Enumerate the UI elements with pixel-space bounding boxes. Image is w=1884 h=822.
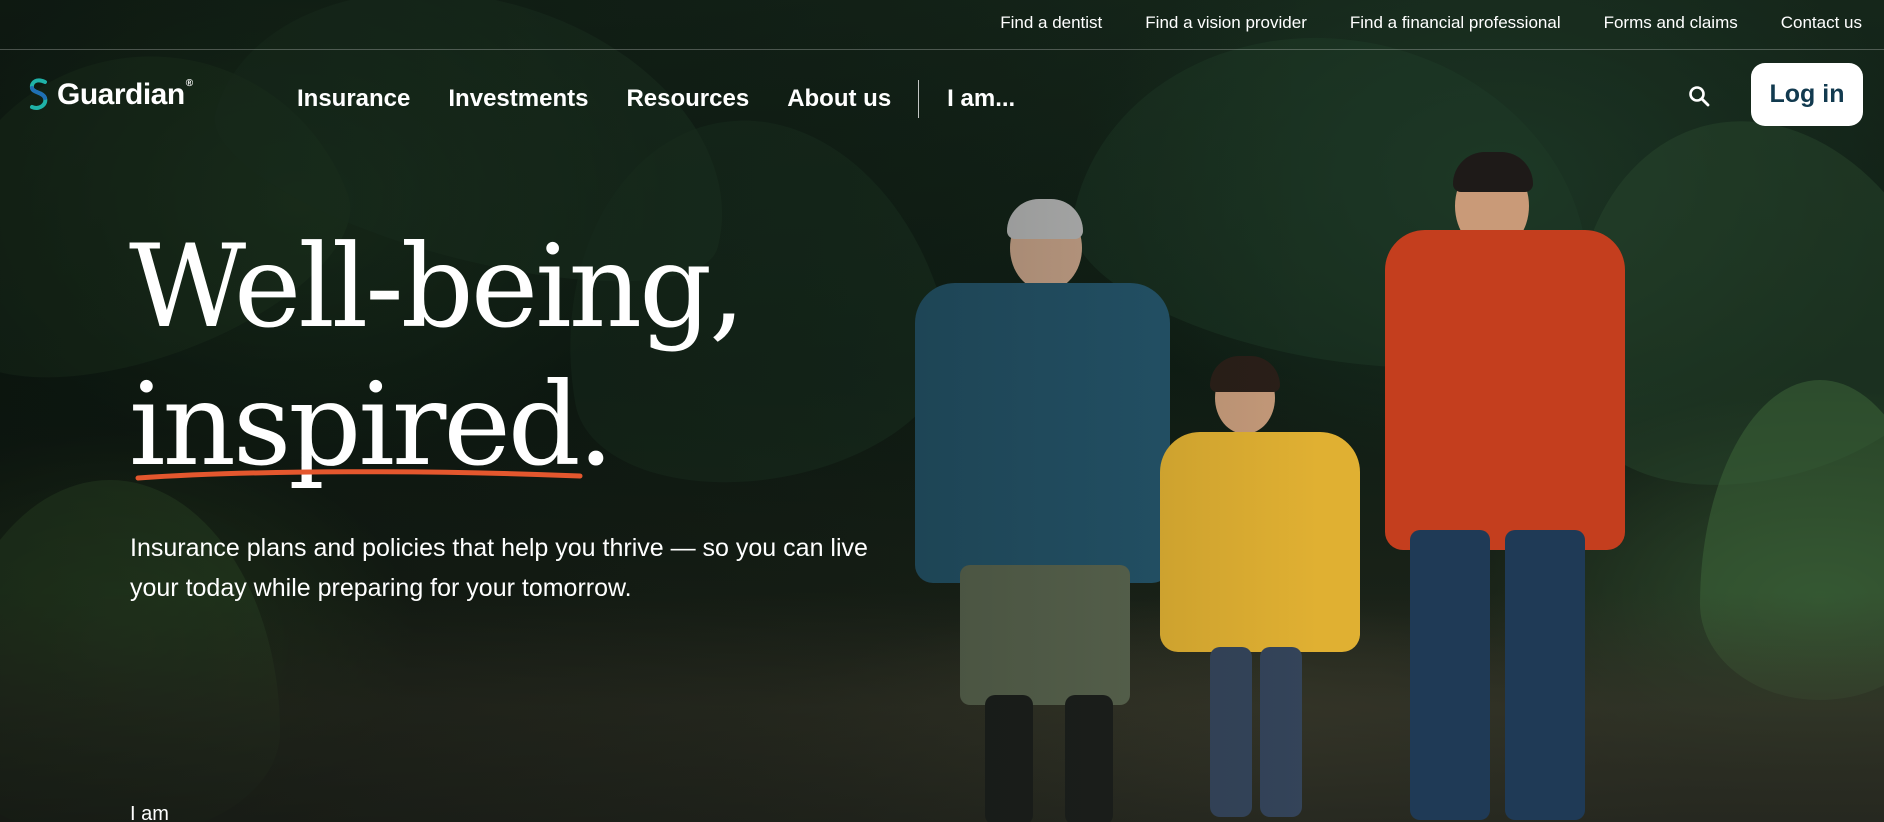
nav-item-about-us[interactable]: About us (787, 85, 891, 113)
nav-divider (918, 80, 920, 118)
utility-link-contact-us[interactable]: Contact us (1781, 13, 1862, 33)
utility-link-find-financial-professional[interactable]: Find a financial professional (1350, 13, 1561, 33)
utility-link-find-vision-provider[interactable]: Find a vision provider (1145, 13, 1307, 33)
i-am-selector-label: I am (130, 803, 169, 822)
search-icon (1689, 86, 1710, 107)
nav-item-i-am[interactable]: I am... (947, 85, 1015, 113)
logo-wordmark: Guardian® (57, 78, 193, 111)
utility-link-find-dentist[interactable]: Find a dentist (1000, 13, 1102, 33)
guardian-logo-mark-icon (29, 78, 48, 110)
nav-item-insurance[interactable]: Insurance (297, 85, 410, 113)
utility-bar: Find a dentist Find a vision provider Fi… (0, 0, 1884, 50)
guardian-logo[interactable]: Guardian® (27, 77, 193, 113)
utility-links: Find a dentist Find a vision provider Fi… (957, 0, 1862, 46)
main-nav: Guardian® Insurance Investments Resource… (0, 52, 1884, 138)
utility-link-forms-and-claims[interactable]: Forms and claims (1604, 13, 1738, 33)
hero-headline-line-1: Well-being, (129, 220, 745, 353)
search-button[interactable] (1682, 79, 1716, 113)
headline-underline-swash (135, 469, 583, 481)
hero-subtitle: Insurance plans and policies that help y… (130, 534, 868, 602)
nav-item-resources[interactable]: Resources (626, 85, 749, 113)
primary-nav: Insurance Investments Resources About us… (297, 80, 1053, 118)
hero-headline: Well-being, inspired. (129, 218, 745, 494)
login-button[interactable]: Log in (1751, 63, 1863, 126)
nav-item-investments[interactable]: Investments (448, 85, 588, 113)
